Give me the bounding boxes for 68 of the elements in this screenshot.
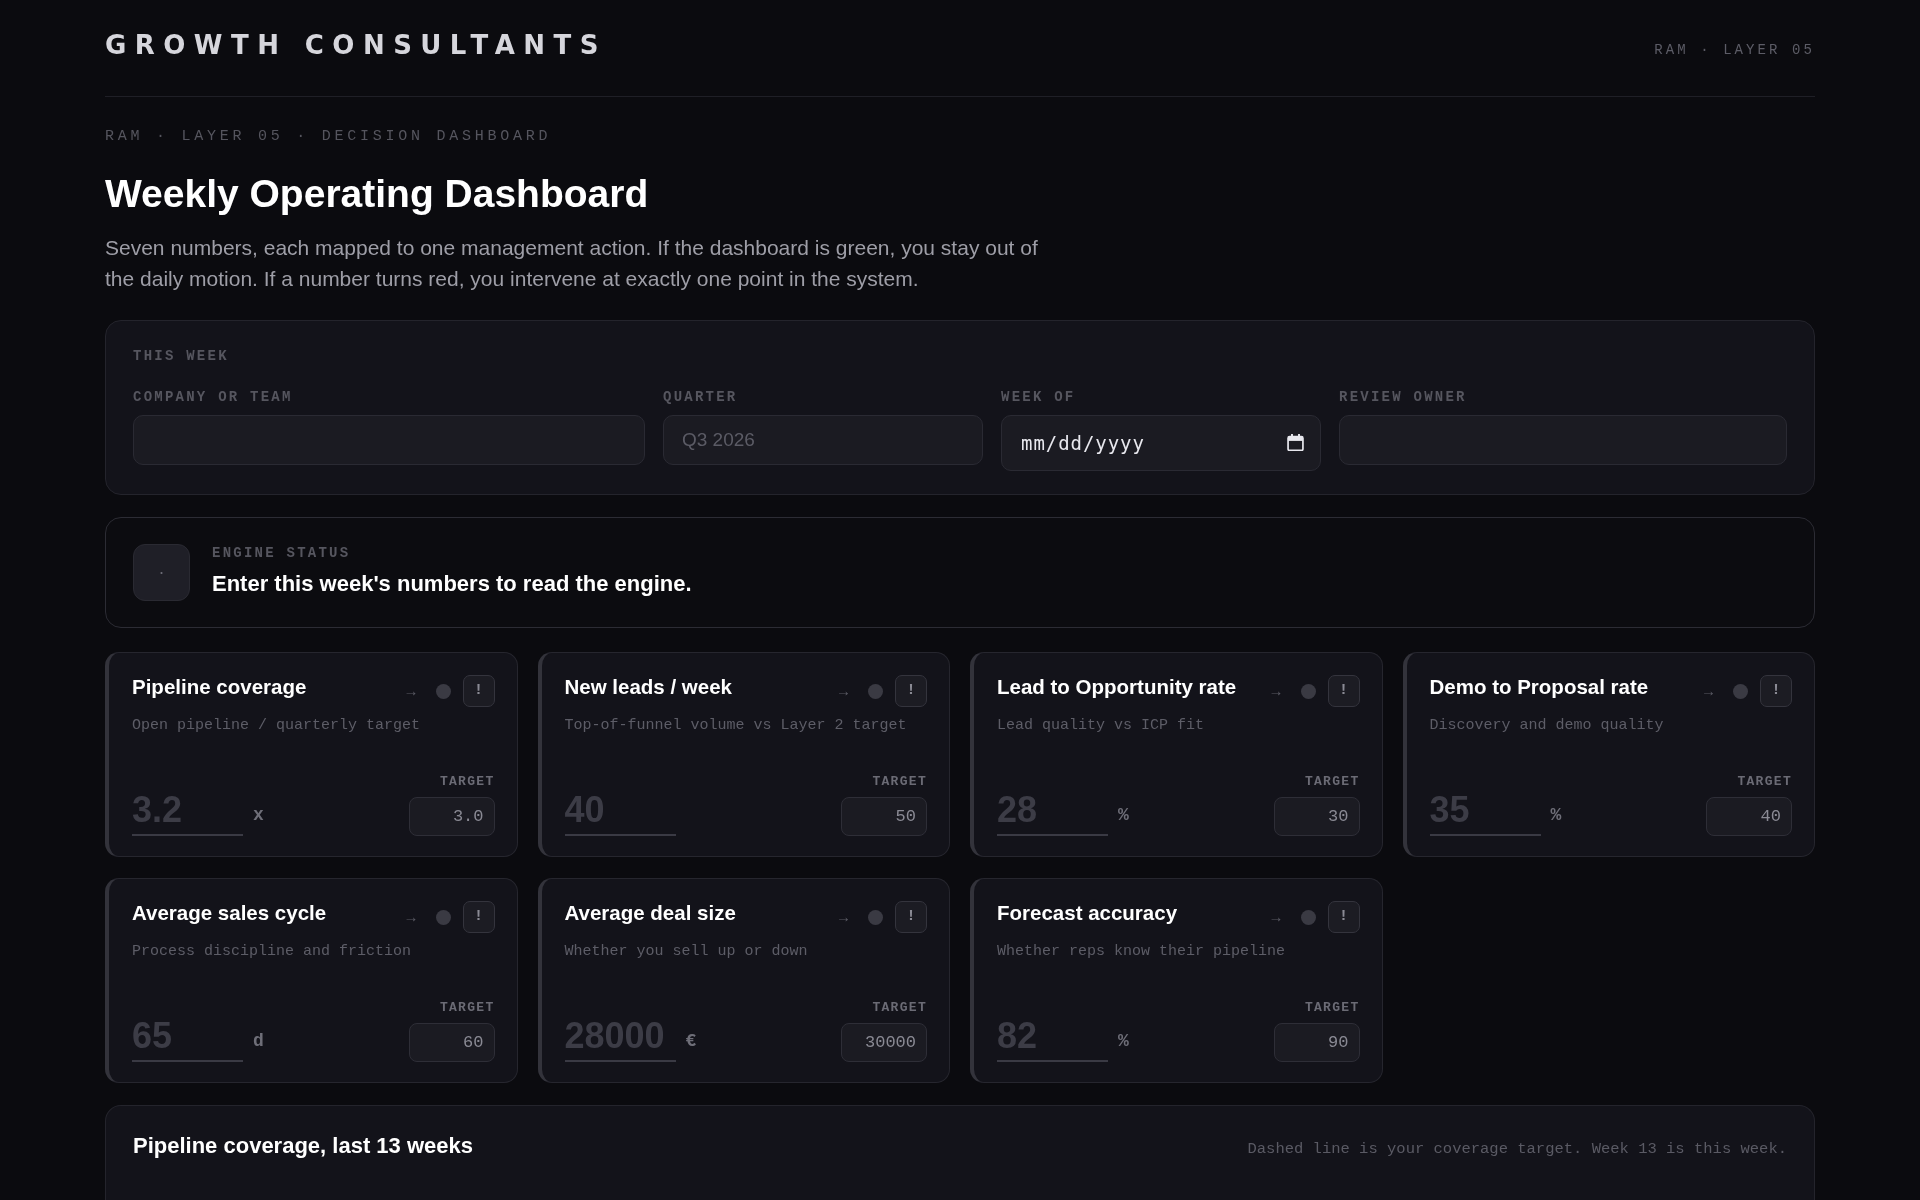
page-description: Seven numbers, each mapped to one management action. If the dashboard is green, you stay out of the daily motion. If a number turns red, you intervene at exactly one point in the system. [105, 235, 1039, 292]
trend-arrow: → [406, 685, 416, 701]
chart-title: Pipeline coverage, last 13 weeks [133, 1133, 473, 1159]
calendar-icon[interactable] [1287, 434, 1304, 451]
metric-title: Lead to Opportunity rate [997, 675, 1237, 699]
metric-description: Top-of-funnel volume vs Layer 2 target [564, 716, 908, 736]
input-field[interactable] [1339, 415, 1787, 465]
target-label: TARGET [439, 1001, 495, 1015]
alert-button[interactable]: ! [895, 675, 927, 707]
metric-description: Discovery and demo quality [1429, 716, 1665, 736]
target-field[interactable]: 3.0 [408, 797, 495, 836]
alert-button[interactable]: ! [1327, 901, 1360, 933]
field-label: WEEK OF [1001, 389, 1077, 405]
input-field[interactable] [133, 415, 645, 465]
input-field[interactable]: Q3 2026 [663, 415, 983, 465]
chart-note: Dashed line is your coverage target. Week 13 is this week. [1247, 1139, 1787, 1160]
target-label: TARGET [1737, 775, 1792, 789]
alert-button[interactable]: ! [462, 675, 495, 707]
trend-arrow: → [839, 911, 848, 927]
trend-arrow: → [406, 911, 416, 927]
trend-arrow: → [1271, 685, 1281, 701]
target-label: TARGET [1304, 775, 1360, 789]
date-field[interactable]: mm/dd/yyyy [1001, 415, 1321, 471]
metric-description: Open pipeline / quarterly target [132, 716, 422, 736]
metric-title: Average sales cycle [132, 901, 327, 925]
logo: GROWTH CONSULTANTS [105, 30, 607, 60]
target-field[interactable]: 90 [1273, 1023, 1360, 1062]
target-field[interactable]: 60 [408, 1023, 495, 1062]
trend-arrow: → [1271, 911, 1281, 927]
alert-button[interactable]: ! [1327, 675, 1360, 707]
page-title: Weekly Operating Dashboard [105, 171, 650, 217]
target-field[interactable]: 50 [841, 797, 927, 836]
metric-description: Whether reps know their pipeline [997, 942, 1287, 962]
metric-title: Demo to Proposal rate [1429, 675, 1649, 699]
trend-arrow: → [1704, 685, 1713, 701]
field-label: QUARTER [663, 389, 739, 405]
target-field[interactable]: 30 [1273, 797, 1360, 836]
status-label: ENGINE STATUS [212, 545, 352, 561]
trend-arrow: → [839, 685, 848, 701]
target-label: TARGET [872, 1001, 927, 1015]
target-label: TARGET [1304, 1001, 1360, 1015]
eyebrow-text: RAM · LAYER 05 · DECISION DASHBOARD [105, 129, 553, 145]
field-label: COMPANY OR TEAM [133, 389, 294, 405]
unit-label: % [1118, 1031, 1129, 1051]
unit-label: % [1550, 805, 1562, 825]
target-field[interactable]: 30000 [841, 1023, 927, 1062]
layer-tag: RAM · LAYER 05 [1654, 42, 1815, 58]
metric-title: Average deal size [564, 901, 736, 925]
metric-title: Forecast accuracy [997, 901, 1178, 925]
target-label: TARGET [872, 775, 927, 789]
status-message: Enter this week's numbers to read the engine. [212, 571, 692, 597]
alert-button[interactable]: ! [1760, 675, 1792, 707]
status-indicator: · [133, 544, 190, 601]
metric-description: Whether you sell up or down [564, 942, 809, 962]
metric-title: Pipeline coverage [132, 675, 307, 699]
target-field[interactable]: 40 [1706, 797, 1792, 836]
unit-label: d [253, 1031, 264, 1051]
unit-label: x [253, 805, 264, 825]
alert-button[interactable]: ! [895, 901, 927, 933]
field-label: REVIEW OWNER [1339, 389, 1468, 405]
unit-label: € [685, 1031, 697, 1051]
metric-description: Lead quality vs ICP fit [997, 716, 1206, 736]
section-label: THIS WEEK [133, 348, 230, 364]
metric-title: New leads / week [564, 675, 732, 699]
target-label: TARGET [439, 775, 495, 789]
alert-button[interactable]: ! [462, 901, 495, 933]
metric-description: Process discipline and friction [132, 942, 413, 962]
unit-label: % [1118, 805, 1129, 825]
